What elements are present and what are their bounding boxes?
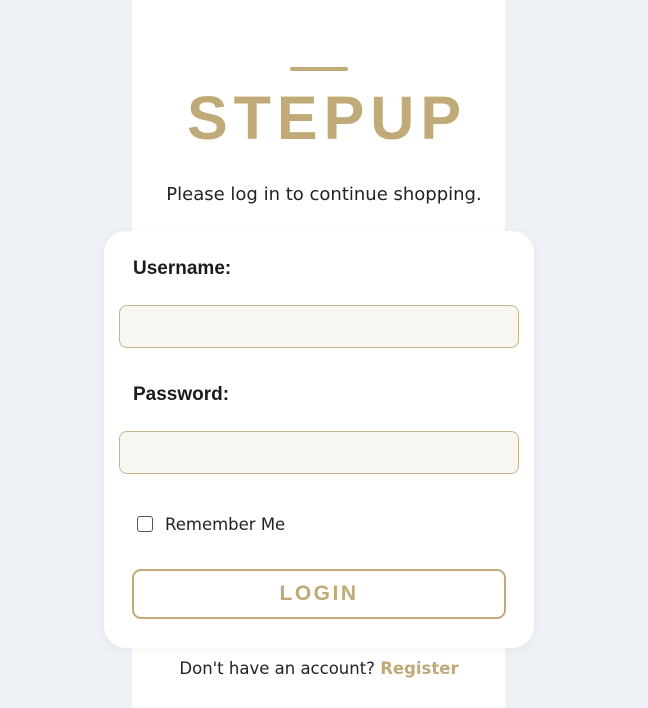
register-prompt-text: Don't have an account? [179,659,375,678]
password-label: Password: [133,384,230,405]
brand-logo-text: STEPUP [186,84,468,152]
remember-me-row: Remember Me [137,512,285,536]
remember-me-label: Remember Me [165,514,286,534]
username-label: Username: [133,258,232,279]
remember-me-checkbox[interactable] [137,516,153,532]
register-prompt-row: Don't have an account? Register [0,657,638,681]
login-form-card: Username: Password: Remember Me LOGIN [104,231,534,648]
login-button[interactable]: LOGIN [132,569,506,619]
login-tagline: Please log in to continue shopping. [166,184,482,205]
password-input[interactable] [119,431,519,474]
login-page: STEPUP Please log in to continue shoppin… [0,0,648,708]
username-input[interactable] [119,305,519,348]
brand-accent-line [290,67,348,71]
register-link[interactable]: Register [380,659,458,678]
